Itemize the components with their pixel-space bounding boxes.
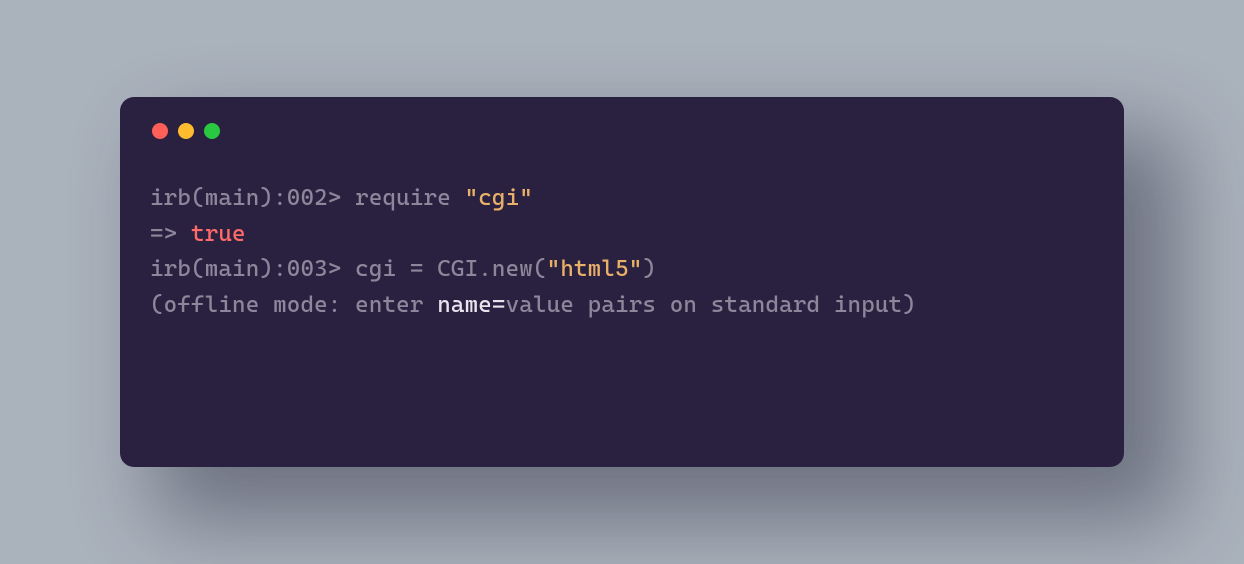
close-icon[interactable]: [152, 123, 168, 139]
result-arrow: =>: [150, 221, 191, 247]
output-highlight: name=: [437, 292, 505, 318]
code-token: cgi = CGI.new(: [355, 256, 546, 282]
string-literal: "cgi": [465, 185, 533, 211]
window-controls: [152, 123, 1094, 139]
boolean-literal: true: [191, 221, 246, 247]
output-text: (offline mode: enter: [150, 292, 437, 318]
code-line: => true: [150, 221, 246, 247]
maximize-icon[interactable]: [204, 123, 220, 139]
code-line: irb(main):003> cgi = CGI.new("html5"): [150, 256, 656, 282]
irb-prompt: irb(main):003>: [150, 256, 355, 282]
code-token: require: [355, 185, 464, 211]
code-token: ): [642, 256, 656, 282]
string-literal: "html5": [547, 256, 643, 282]
code-line: irb(main):002> require "cgi": [150, 185, 533, 211]
output-text: value pairs on standard input): [506, 292, 916, 318]
irb-prompt: irb(main):002>: [150, 185, 355, 211]
terminal-window: irb(main):002> require "cgi" => true irb…: [120, 97, 1124, 467]
terminal-output[interactable]: irb(main):002> require "cgi" => true irb…: [150, 181, 1094, 324]
minimize-icon[interactable]: [178, 123, 194, 139]
code-line: (offline mode: enter name=value pairs on…: [150, 292, 916, 318]
